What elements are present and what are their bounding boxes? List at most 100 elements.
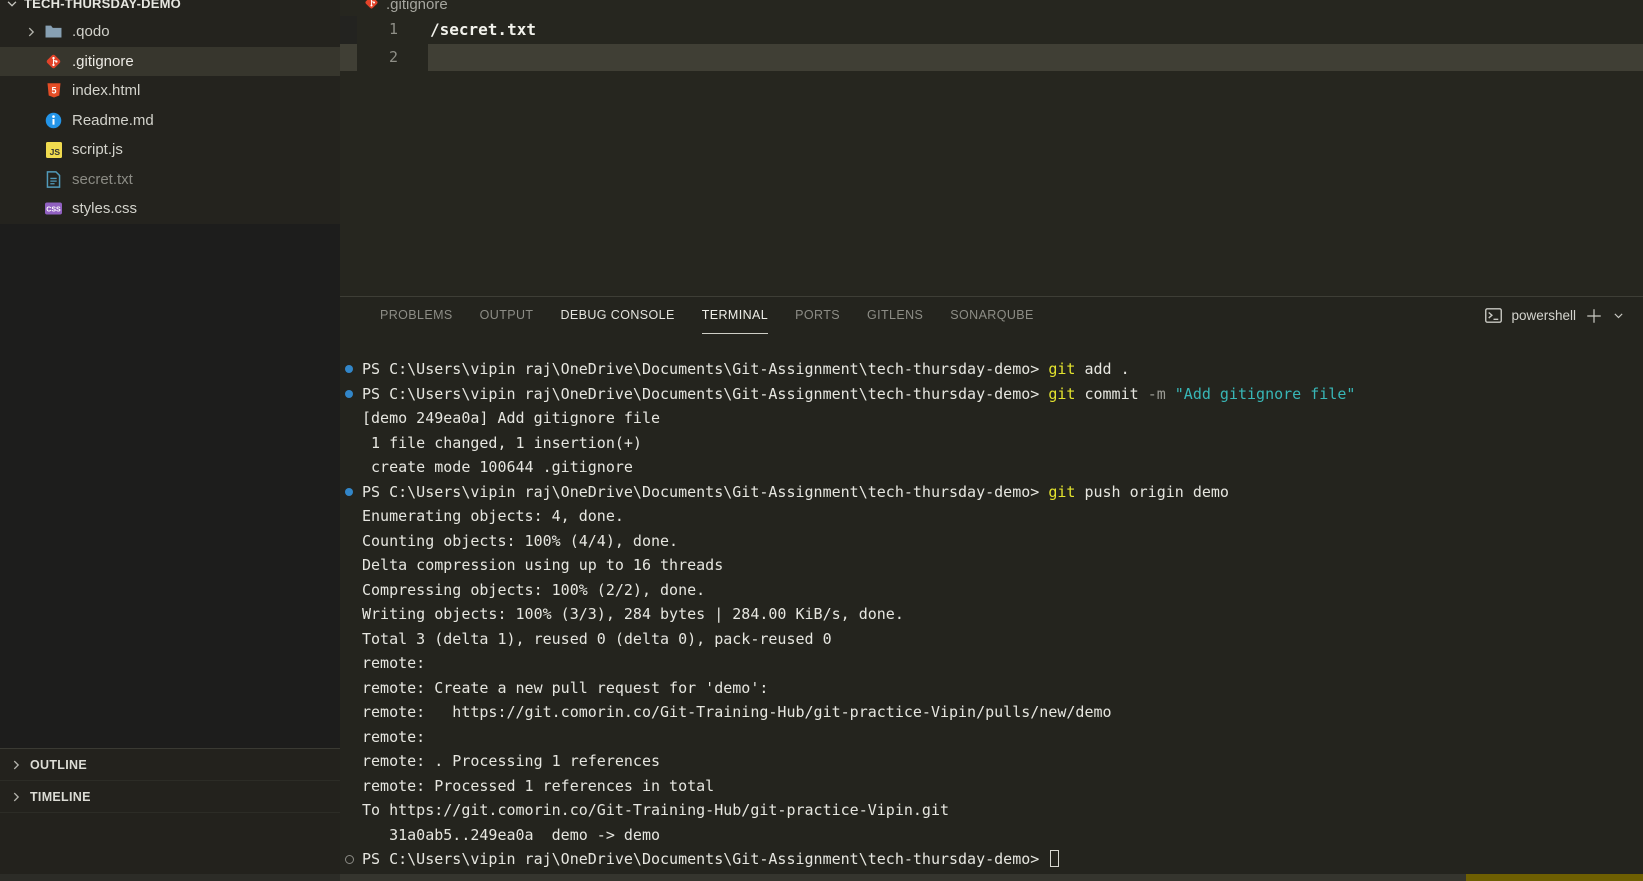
main-area: .gitignore 1/secret.txt2 PROBLEMSOUTPUTD… [340,0,1643,874]
section-label: TIMELINE [30,790,91,804]
file-row-gitignore[interactable]: .gitignore [0,47,340,77]
terminal-line: 1 file changed, 1 insertion(+) [340,431,1643,456]
folder-root-header[interactable]: TECH-THURSDAY-DEMO [0,0,340,14]
editor-tab-bar: .gitignore [340,0,1643,16]
command-decoration-icon[interactable] [345,488,353,496]
command-decoration-icon[interactable] [345,855,354,864]
terminal-text-segment: 1 file changed, 1 insertion(+) [362,434,642,452]
panel-right-controls: powershell [1485,297,1625,334]
line-number: 2 [340,44,398,72]
terminal-line: PS C:\Users\vipin raj\OneDrive\Documents… [340,847,1643,872]
terminal-text-segment: remote: . Processing 1 references [362,752,660,770]
git-icon [364,0,379,14]
code-line-text: /secret.txt [430,16,536,44]
timeline-section-header[interactable]: TIMELINE [0,781,340,813]
command-decoration-icon[interactable] [345,365,353,373]
terminal-text-segment: push origin demo [1075,483,1229,501]
editor-tab-gitignore[interactable]: .gitignore [340,0,1643,14]
terminal-line: remote: Processed 1 references in total [340,774,1643,799]
panel-tab-gitlens[interactable]: GITLENS [867,297,923,334]
file-row-secret-txt[interactable]: secret.txt [0,165,340,195]
terminal-line: Writing objects: 100% (3/3), 284 bytes |… [340,602,1643,627]
file-row-script-js[interactable]: JSscript.js [0,135,340,165]
terminal-output[interactable]: PS C:\Users\vipin raj\OneDrive\Documents… [340,357,1643,874]
file-label: styles.css [72,200,137,217]
line-number: 1 [340,16,398,44]
outline-section-header[interactable]: OUTLINE [0,749,340,781]
terminal-line: Total 3 (delta 1), reused 0 (delta 0), p… [340,627,1643,652]
panel-tab-sonarqube[interactable]: SONARQUBE [950,297,1033,334]
file-label: .qodo [72,23,110,40]
txt-icon [44,170,63,188]
file-list: .qodo .gitignore 5 index.html Readme.md JSscr… [0,17,340,224]
file-label: Readme.md [72,112,154,129]
file-row-styles-css[interactable]: CSS styles.css [0,194,340,224]
terminal-text-segment: "Add gitignore file" [1175,385,1356,403]
terminal-line: To https://git.comorin.co/Git-Training-H… [340,798,1643,823]
file-row-qodo[interactable]: .qodo [0,17,340,47]
css-icon: CSS [44,200,63,218]
terminal-text-segment: remote: https://git.comorin.co/Git-Train… [362,703,1112,721]
file-label: .gitignore [72,53,134,70]
explorer-tree: TECH-THURSDAY-DEMO .qodo .gitignore 5 index… [0,0,340,224]
terminal-line: Enumerating objects: 4, done. [340,504,1643,529]
terminal-text-segment: Enumerating objects: 4, done. [362,507,624,525]
chevron-right-icon [24,25,44,39]
panel-tab-ports[interactable]: PORTS [795,297,840,334]
terminal-text-segment: To https://git.comorin.co/Git-Training-H… [362,801,949,819]
command-decoration-icon[interactable] [345,390,353,398]
file-label: index.html [72,82,140,99]
editor-code-area[interactable]: 1/secret.txt2 [340,16,1643,71]
terminal-text-segment: -m [1148,385,1166,403]
section-label: OUTLINE [30,758,87,772]
terminal-text-segment: Total 3 (delta 1), reused 0 (delta 0), p… [362,630,832,648]
terminal-text-segment: remote: Create a new pull request for 'd… [362,679,768,697]
code-line[interactable]: 1/secret.txt [340,16,1643,44]
chevron-down-icon [5,0,19,11]
terminal-line: remote: Create a new pull request for 'd… [340,676,1643,701]
panel-tab-output[interactable]: OUTPUT [480,297,534,334]
panel-tab-problems[interactable]: PROBLEMS [380,297,453,334]
terminal-text-segment: git [1048,385,1075,403]
terminal-line: remote: [340,651,1643,676]
status-bar-sliver-accent [1466,874,1643,881]
current-line-highlight [428,44,1643,72]
html-icon: 5 [44,82,63,100]
terminal-line: PS C:\Users\vipin raj\OneDrive\Documents… [340,480,1643,505]
chevron-right-icon [9,790,23,804]
terminal-text-segment: commit [1075,385,1147,403]
terminal-line: PS C:\Users\vipin raj\OneDrive\Documents… [340,357,1643,382]
terminal-text-segment: create mode 100644 .gitignore [362,458,633,476]
terminal-text-segment: PS C:\Users\vipin raj\OneDrive\Documents… [362,360,1048,378]
terminal-cursor [1050,850,1059,867]
terminal-line: PS C:\Users\vipin raj\OneDrive\Documents… [340,382,1643,407]
panel-tab-debug-console[interactable]: DEBUG CONSOLE [560,297,674,334]
svg-text:5: 5 [51,86,56,96]
terminal-text-segment: remote: Processed 1 references in total [362,777,714,795]
panel-tab-terminal[interactable]: TERMINAL [702,297,768,334]
terminal-dropdown-button[interactable] [1612,309,1625,322]
explorer-sidebar: TECH-THURSDAY-DEMO .qodo .gitignore 5 index… [0,0,340,874]
terminal-text-segment: remote: [362,728,425,746]
terminal-text-segment: Delta compression using up to 16 threads [362,556,723,574]
terminal-text-segment: git [1048,360,1075,378]
info-icon [44,111,63,129]
terminal-text-segment: Counting objects: 100% (4/4), done. [362,532,678,550]
file-row-index-html[interactable]: 5 index.html [0,76,340,106]
terminal-line: remote: [340,725,1643,750]
terminal-profile-label[interactable]: powershell [1511,308,1576,323]
code-line[interactable]: 2 [340,44,1643,72]
folder-root-label: TECH-THURSDAY-DEMO [24,0,181,11]
svg-text:JS: JS [49,147,60,157]
terminal-line: remote: . Processing 1 references [340,749,1643,774]
terminal-line: create mode 100644 .gitignore [340,455,1643,480]
new-terminal-button[interactable] [1585,307,1603,325]
js-icon: JS [44,141,63,159]
terminal-text-segment: Compressing objects: 100% (2/2), done. [362,581,705,599]
terminal-text-segment: Writing objects: 100% (3/3), 284 bytes |… [362,605,904,623]
editor[interactable]: .gitignore 1/secret.txt2 [340,0,1643,296]
file-row-readme-md[interactable]: Readme.md [0,106,340,136]
terminal-line: 31a0ab5..249ea0a demo -> demo [340,823,1643,848]
terminal-line: remote: https://git.comorin.co/Git-Train… [340,700,1643,725]
terminal-text-segment: PS C:\Users\vipin raj\OneDrive\Documents… [362,850,1048,868]
